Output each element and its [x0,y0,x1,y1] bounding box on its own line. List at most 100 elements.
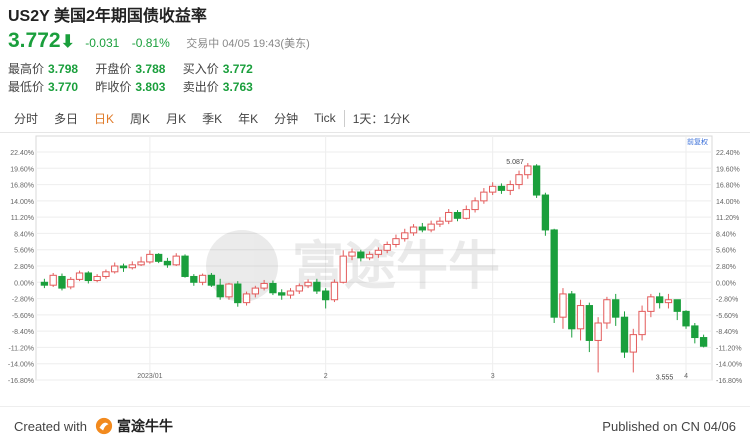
candle-body [532,165,541,196]
tab-tick[interactable]: Tick [306,111,344,125]
instrument-name: 美国2年期国债收益率 [53,8,207,25]
stat-low-label: 最低价 [8,80,45,94]
y-tick-label-left: -5.60% [12,313,34,320]
candle-body [357,251,365,259]
candle-body [550,229,558,318]
down-arrow-icon: ⬇ [60,32,75,51]
tab-minute[interactable]: 分钟 [266,110,306,127]
y-tick-label-left: -2.80% [12,297,34,304]
symbol: US2Y [8,8,50,25]
y-tick-label-right: 0.00% [716,280,736,287]
candle-body [225,283,233,298]
candle-body [427,223,435,231]
tab-multi-day[interactable]: 多日 [46,110,86,127]
candle-body [348,251,356,257]
stat-prev-label: 昨收价 [95,80,132,94]
candle-body [207,274,216,286]
candle-body [374,249,383,255]
candle-body [313,281,321,292]
stat-low: 最低价 3.770 [8,78,78,96]
stats-row-1: 最高价 3.798 开盘价 3.788 买入价 3.772 [8,60,267,78]
tab-intraday[interactable]: 分时 [6,110,46,127]
y-tick-label-left: 16.80% [10,183,34,190]
candle-body [559,293,567,318]
candlestick-chart: 22.40% 22.40% 19.60% 19.60% 16.80% 16.80% 14.0… [8,135,742,384]
candle-body [304,281,312,287]
watermark: 富途牛牛 [206,230,500,302]
candle-body [269,282,277,294]
candle-body [488,185,497,193]
stat-bid: 买入价 3.772 [183,60,253,78]
interval-selector[interactable]: 1天：1分K [343,109,418,127]
y-tick-label-left: 22.40% [10,150,34,157]
candle-body [234,283,242,304]
y-tick-label-left: 2.80% [14,264,34,271]
y-tick-label-right: 22.40% [716,150,740,157]
stat-ask: 卖出价 3.763 [183,78,253,96]
brand-name: 富途牛牛 [116,418,173,434]
stat-low-value: 3.770 [48,80,79,94]
y-tick-label-left: -16.80% [8,378,34,384]
candle-body [629,334,637,353]
x-tick-label: 2023/01 [137,373,162,380]
x-tick-label: 2 [324,373,328,380]
candle-body [682,310,690,327]
candle-body [278,292,286,296]
candle-body [40,281,49,286]
tabs-divider [0,132,750,133]
stats-row-2: 最低价 3.770 昨收价 3.803 卖出价 3.763 [8,78,267,96]
price-row: 3.772⬇ -0.031 -0.81% 交易中 04/05 19:43(美东) [8,28,742,54]
candle-body [102,271,110,277]
candle-body [691,325,699,339]
y-tick-label-right: 16.80% [716,183,740,190]
y-tick-label-left: 8.40% [14,231,34,238]
candle-body [146,253,154,263]
candle-body [198,274,207,283]
title-row: US2Y 美国2年期国债收益率 [8,6,742,28]
candle-body [67,278,75,288]
candle-body [655,296,664,304]
footer: Created with 富途牛牛 Published on CN 04/06 [14,414,736,438]
y-tick-label-right: -16.80% [716,378,742,384]
quote-header: US2Y 美国2年期国债收益率 3.772⬇ -0.031 -0.81% 交易中… [8,6,742,54]
candle-body [216,284,224,298]
candle-body [111,265,119,273]
candle-body [49,274,57,286]
y-tick-label-right: 2.80% [716,264,736,271]
tab-monthly-k[interactable]: 月K [158,110,194,127]
candle-body [647,296,655,312]
candle-body [594,322,602,341]
tab-yearly-k[interactable]: 年K [230,110,266,127]
adjust-label: 前复权 [687,137,708,146]
stat-open-value: 3.788 [135,62,166,76]
candle-body [699,337,708,347]
y-tick-label-left: 11.20% [11,215,34,222]
stat-prev: 昨收价 3.803 [95,78,165,96]
candle-body [673,299,681,312]
x-tick-label: 4 [684,373,688,380]
stat-high-value: 3.798 [48,62,79,76]
candle-body [242,293,251,304]
price-change: -0.031 [85,36,120,50]
created-with-label: Created with [14,418,87,434]
y-tick-label-right: -5.60% [716,313,738,320]
candle-body [154,253,163,262]
candle-body [401,232,409,240]
tab-quarterly-k[interactable]: 季K [194,110,230,127]
candle-body [295,285,303,292]
candle-body [137,261,145,266]
candle-body [445,211,453,222]
candle-body [541,194,550,231]
tab-daily-k[interactable]: 日K [86,110,122,127]
candle-body [163,260,172,266]
tab-weekly-k[interactable]: 周K [122,110,158,127]
candle-body [620,316,629,353]
extreme-label: 5.087 [506,159,524,166]
y-tick-label-right: -14.00% [716,362,742,369]
stat-open: 开盘价 3.788 [95,60,165,78]
candle-body [330,281,339,301]
candle-body [506,184,514,191]
candle-body [260,282,268,289]
candle-body [84,272,93,282]
published-date: Published on CN 04/06 [602,418,736,434]
